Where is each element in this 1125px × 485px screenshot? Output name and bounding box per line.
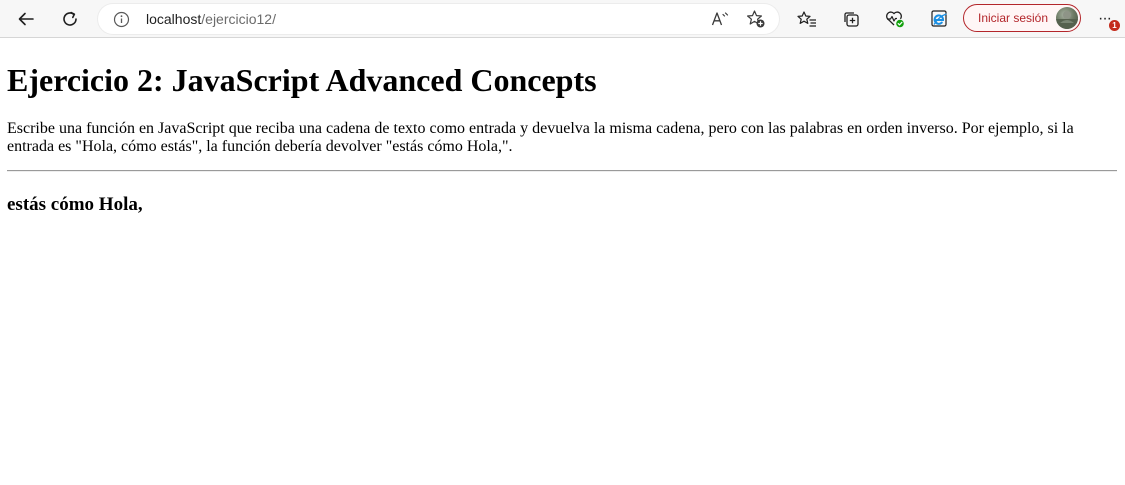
favorites-icon[interactable] bbox=[792, 4, 822, 34]
address-url[interactable]: localhost/ejercicio12/ bbox=[146, 11, 276, 27]
address-path: /ejercicio12/ bbox=[201, 11, 276, 27]
add-favorite-icon[interactable] bbox=[746, 9, 766, 29]
avatar bbox=[1056, 7, 1078, 29]
signin-button[interactable]: Iniciar sesión bbox=[963, 4, 1081, 32]
address-bar[interactable]: localhost/ejercicio12/ bbox=[98, 4, 779, 34]
exercise-description: Escribe una función en JavaScript que re… bbox=[7, 120, 1074, 155]
heart-pulse-icon[interactable] bbox=[880, 4, 910, 34]
notification-badge: 1 bbox=[1109, 20, 1120, 31]
internet-explorer-icon[interactable] bbox=[924, 4, 954, 34]
address-host: localhost bbox=[146, 11, 202, 27]
read-aloud-icon[interactable] bbox=[710, 9, 730, 29]
info-icon[interactable] bbox=[112, 10, 130, 28]
signin-label: Iniciar sesión bbox=[978, 11, 1049, 25]
divider bbox=[7, 170, 1117, 172]
more-options-icon[interactable]: ··· 1 bbox=[1094, 4, 1122, 34]
page-content: Ejercicio 2: JavaScript Advanced Concept… bbox=[0, 39, 1125, 485]
refresh-icon[interactable] bbox=[55, 4, 85, 34]
page-title: Ejercicio 2: JavaScript Advanced Concept… bbox=[7, 62, 597, 98]
back-arrow-icon[interactable] bbox=[11, 4, 41, 34]
collections-icon[interactable] bbox=[836, 4, 866, 34]
browser-toolbar: localhost/ejercicio12/ Iniciar sesión ··… bbox=[0, 0, 1125, 38]
result-output: estás cómo Hola, bbox=[7, 194, 143, 215]
